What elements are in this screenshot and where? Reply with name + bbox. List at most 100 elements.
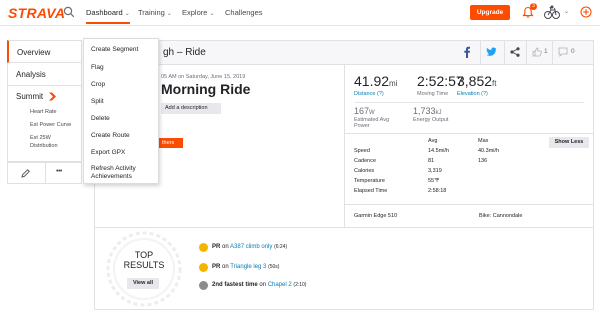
chevron-down-icon: ⌄ [166, 11, 172, 17]
row-avg: 2:58:18 [428, 188, 447, 194]
avatar[interactable] [543, 4, 561, 20]
row-label: Calories [354, 168, 375, 174]
device-name: Garmin Edge 510 [354, 213, 398, 219]
sidebar-tools: ••• [7, 162, 82, 184]
sidebar-sub-power-curve[interactable]: Est Power Curve [16, 121, 81, 129]
elevation-label-text: Elevation [457, 91, 480, 97]
menu-item-split[interactable]: Split [91, 98, 104, 106]
distance-stat: 41.92mi [354, 73, 398, 89]
help-icon[interactable]: (?) [377, 91, 384, 97]
segment-link[interactable]: A387 climb only [230, 244, 272, 250]
divider [480, 41, 481, 64]
chevron-down-icon: ⌄ [124, 11, 130, 17]
top-results-title-line1: TOP [134, 250, 154, 260]
add-icon[interactable] [580, 6, 592, 18]
comment-icon[interactable] [558, 47, 568, 57]
twitter-share-icon[interactable] [486, 47, 497, 57]
bike-name[interactable]: Bike: Cannondale [479, 213, 522, 219]
summit-chevron-icon [49, 92, 57, 101]
menu-item-export-gpx[interactable]: Export GPX [91, 149, 125, 157]
sidebar-item-summit[interactable]: Summit Heart Rate Est Power Curve Est 25… [7, 86, 82, 162]
elevation-value: 3,852 [457, 73, 493, 89]
activity-panel: gh – Ride 1 0 05 AM on Saturday, June 15… [94, 40, 594, 228]
nav-challenges[interactable]: Challenges [225, 8, 263, 17]
power-stat: 167W [354, 106, 375, 116]
help-icon[interactable]: (?) [481, 91, 488, 97]
result-connector: on [257, 282, 268, 288]
divider [345, 204, 593, 205]
upgrade-button[interactable]: Upgrade [470, 5, 510, 20]
row-avg: 14.5mi/h [428, 148, 450, 154]
row-label: Cadence [354, 158, 377, 164]
row-max: 40.3mi/h [478, 148, 500, 154]
kudos-count: 1 [544, 48, 548, 55]
kudos-icon[interactable] [532, 47, 542, 57]
sidebar-sub-power-distribution[interactable]: Est 25W Distribution [16, 134, 76, 150]
row-label: Temperature [354, 178, 385, 184]
moving-time-label: Moving Time [417, 91, 449, 97]
sidebar-item-analysis[interactable]: Analysis [7, 63, 82, 86]
sidebar-item-label: Overview [17, 48, 51, 57]
nav-dashboard[interactable]: Dashboard ⌄ [86, 8, 130, 24]
segment-link[interactable]: Triangle leg 3 [230, 264, 266, 270]
elevation-label[interactable]: Elevation (?) [457, 91, 488, 97]
notification-badge: 3 [530, 3, 537, 10]
view-all-button[interactable]: View all [127, 278, 159, 289]
pencil-icon[interactable] [20, 168, 31, 179]
nav-explore[interactable]: Explore ⌄ [182, 8, 214, 17]
segment-link[interactable]: Chapel 2 [268, 282, 292, 288]
sidebar-item-overview[interactable]: Overview [7, 40, 82, 63]
sidebar-item-label: Summit [16, 92, 44, 101]
nav-training[interactable]: Training ⌄ [138, 8, 172, 17]
power-label: Estimated Avg Power [354, 117, 390, 129]
nav-challenges-label: Challenges [225, 8, 263, 17]
nav-explore-label: Explore [182, 8, 208, 17]
list-item: 2nd fastest time on Chapel 2 (2:10) [212, 282, 306, 288]
distance-label-text: Distance [354, 91, 376, 97]
divider [354, 102, 584, 103]
energy-stat: 1,733kJ [413, 106, 442, 116]
chevron-down-icon: ⌄ [209, 11, 215, 17]
energy-value: 1,733 [413, 106, 436, 116]
gold-medal-icon [199, 243, 208, 252]
elevation-unit: ft [492, 79, 497, 88]
divider [526, 41, 527, 64]
with-others-badge[interactable]: thers [159, 138, 183, 148]
activity-sidebar: Overview Analysis Summit Heart Rate Est … [7, 40, 82, 162]
share-icon[interactable] [510, 47, 520, 57]
distance-label[interactable]: Distance (?) [354, 91, 384, 97]
table-row: Calories [354, 168, 374, 174]
table-row: Cadence [354, 158, 376, 164]
activity-datetime: 05 AM on Saturday, June 15, 2019 [161, 74, 246, 80]
top-results-panel: TOP RESULTS View all PR on A387 climb on… [94, 228, 594, 310]
chevron-down-icon[interactable]: ⌄ [564, 8, 569, 15]
search-icon[interactable] [63, 6, 75, 18]
distance-unit: mi [389, 79, 398, 88]
more-options-button[interactable]: ••• [56, 168, 62, 175]
menu-item-delete[interactable]: Delete [91, 115, 110, 123]
top-navigation: STRAVA Dashboard ⌄ Training ⌄ Explore ⌄ Cha… [0, 0, 600, 26]
strava-logo[interactable]: STRAVA [8, 5, 65, 21]
row-max: 136 [478, 158, 488, 164]
menu-item-flag[interactable]: Flag [91, 64, 104, 72]
table-row: Temperature [354, 178, 385, 184]
menu-item-create-segment[interactable]: Create Segment [91, 46, 138, 54]
activity-name[interactable]: Morning Ride [161, 81, 250, 97]
show-less-button[interactable]: Show Less [549, 137, 589, 148]
list-item: PR on A387 climb only (6:24) [212, 244, 287, 250]
list-item: PR on Triangle leg 3 (50s) [212, 264, 279, 270]
menu-item-crop[interactable]: Crop [91, 81, 105, 89]
result-time: (6:24) [274, 244, 288, 250]
add-description-button[interactable]: Add a description [161, 103, 221, 114]
facebook-share-icon[interactable] [463, 46, 471, 58]
activity-header: gh – Ride 1 0 [95, 41, 593, 65]
sidebar-item-label: Analysis [16, 70, 46, 79]
sidebar-sub-heart-rate[interactable]: Heart Rate [16, 108, 81, 116]
gold-medal-icon [199, 263, 208, 272]
result-connector: on [220, 244, 231, 250]
elevation-stat: 3,852ft [457, 73, 497, 89]
menu-item-create-route[interactable]: Create Route [91, 132, 130, 140]
nav-training-label: Training [138, 8, 165, 17]
menu-item-refresh-achievements[interactable]: Refresh Activity Achievements [91, 165, 153, 181]
divider [345, 133, 593, 134]
